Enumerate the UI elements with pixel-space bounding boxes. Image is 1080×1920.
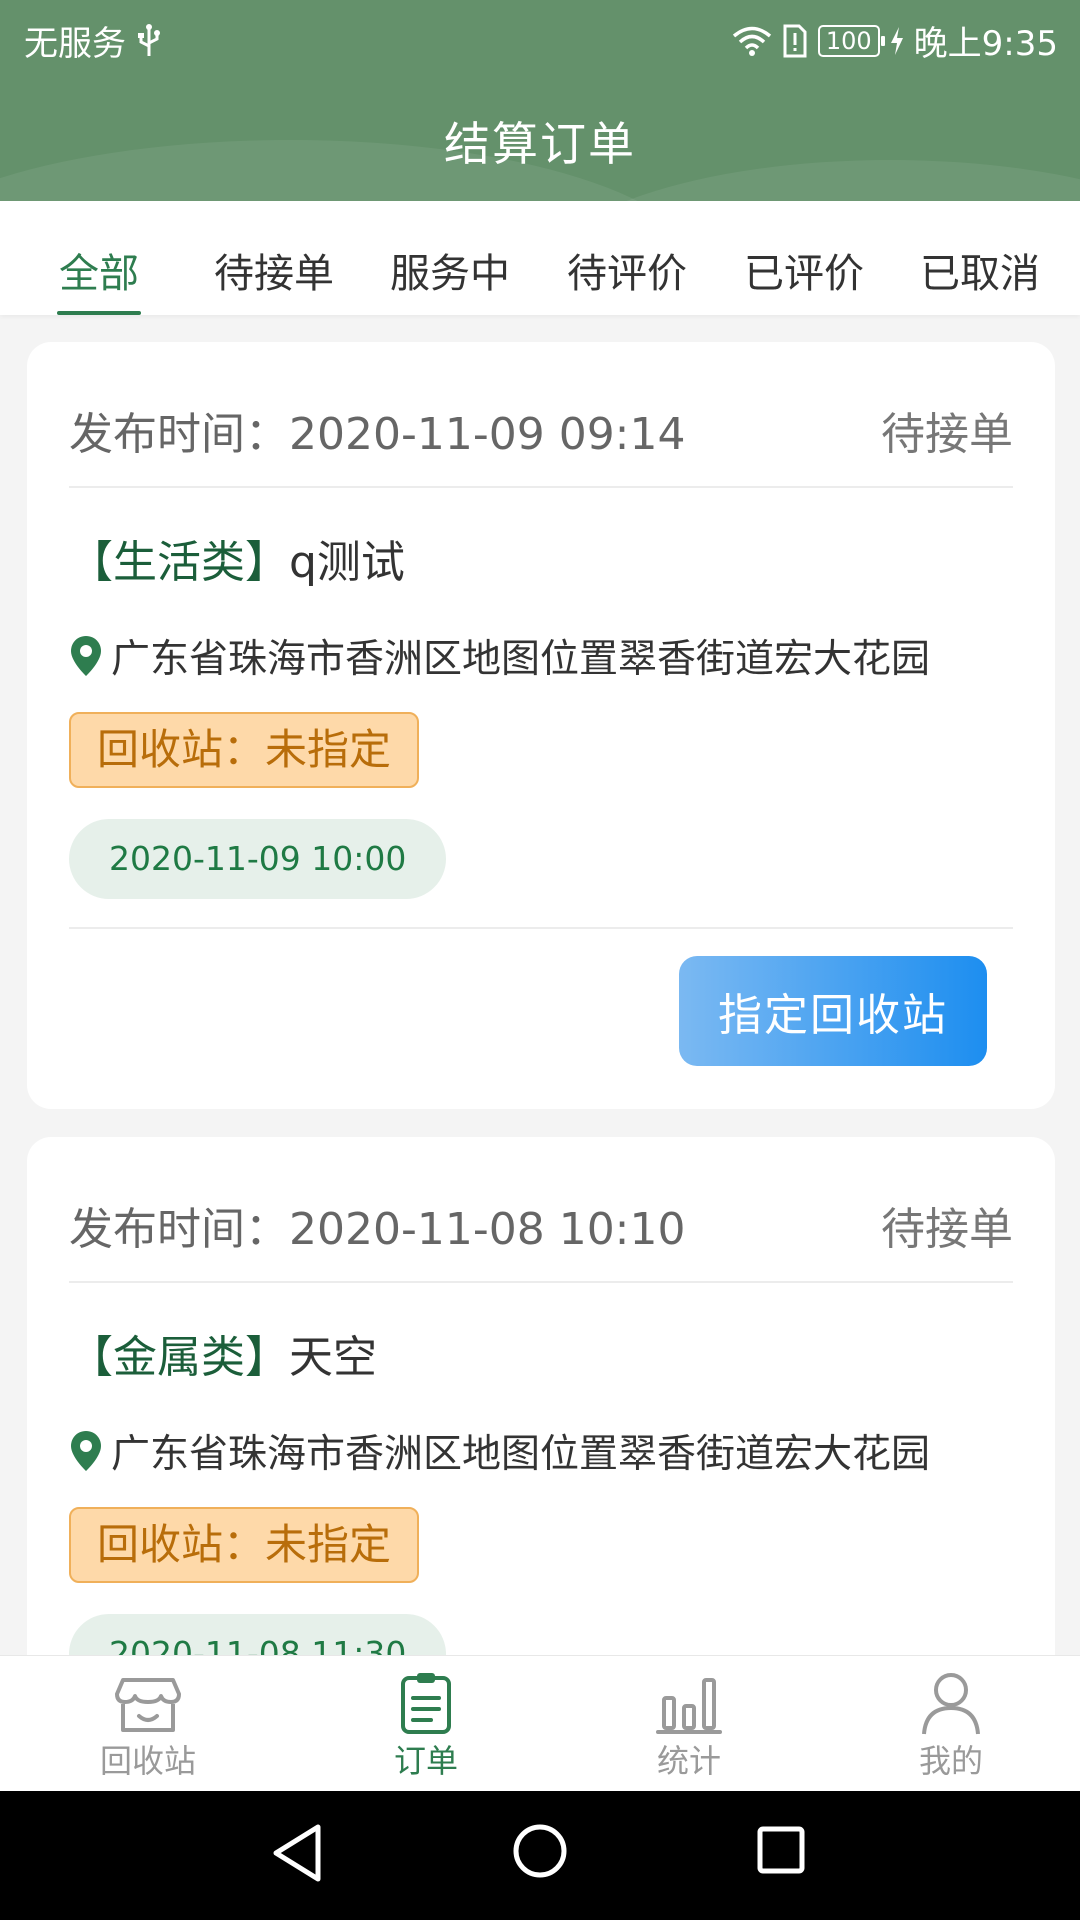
status-left: 无服务 [24, 16, 162, 65]
publish-time-value: 2020-11-09 09:14 [289, 409, 686, 460]
bottom-nav: 回收站 订单 统计 我的 [0, 1655, 1080, 1792]
nav-item-orders[interactable]: 订单 [326, 1656, 526, 1792]
nav-item-stats[interactable]: 统计 [589, 1656, 789, 1792]
usb-icon [138, 23, 160, 56]
order-card[interactable]: 发布时间：2020-11-09 09:14 待接单 【生活类】q测试 广东省珠海… [27, 342, 1055, 1109]
publish-time-label: 发布时间： [69, 409, 289, 460]
order-title: 【生活类】q测试 [69, 526, 405, 590]
battery-indicator: 100 [817, 24, 885, 57]
order-status: 待接单 [881, 1204, 1013, 1255]
nav-label: 回收站 [99, 1742, 196, 1780]
tab-in-service[interactable]: 服务中 [390, 241, 510, 299]
clipboard-icon [401, 1673, 451, 1734]
order-card[interactable]: 发布时间：2020-11-08 10:10 待接单 【金属类】天空 广东省珠海市… [27, 1137, 1055, 1697]
divider [69, 927, 1013, 929]
tab-pending-review[interactable]: 待评价 [567, 241, 687, 299]
assign-station-button[interactable]: 指定回收站 [679, 956, 987, 1066]
location-pin-icon [71, 636, 101, 676]
address-text: 广东省珠海市香洲区地图位置翠香街道宏大花园 [111, 637, 931, 682]
nav-label: 我的 [918, 1742, 983, 1780]
page-title: 结算订单 [444, 117, 636, 171]
station-badge: 回收站：未指定 [69, 1507, 420, 1583]
nav-label: 订单 [393, 1742, 458, 1780]
status-right: 100 晚上9:35 [732, 16, 1058, 65]
order-tabs: 全部 待接单 服务中 待评价 已评价 已取消 [0, 201, 1080, 315]
back-icon[interactable] [270, 1823, 324, 1883]
category-tag: 【生活类】 [69, 537, 289, 588]
charging-icon [890, 26, 903, 55]
nav-label: 统计 [656, 1742, 721, 1780]
bar-chart-icon [656, 1678, 722, 1734]
tab-pending-accept[interactable]: 待接单 [214, 241, 334, 299]
active-tab-indicator [57, 311, 141, 315]
system-nav-bar [0, 1791, 1080, 1920]
app-header: 无服务 100 晚上9:35 结算订单 [0, 0, 1080, 201]
clock-text: 晚上9:35 [913, 24, 1058, 64]
user-icon [922, 1673, 980, 1735]
order-address: 广东省珠海市香洲区地图位置翠香街道宏大花园 [69, 628, 930, 684]
station-badge: 回收站：未指定 [69, 712, 420, 788]
tab-all[interactable]: 全部 [59, 241, 139, 299]
publish-time-value: 2020-11-08 10:10 [289, 1204, 686, 1255]
nav-item-station[interactable]: 回收站 [48, 1656, 248, 1792]
address-text: 广东省珠海市香洲区地图位置翠香街道宏大花园 [111, 1432, 931, 1477]
home-icon[interactable] [512, 1823, 568, 1879]
order-name: 天空 [289, 1332, 377, 1383]
tab-reviewed[interactable]: 已评价 [744, 241, 864, 299]
service-time-pill: 2020-11-09 10:00 [69, 819, 447, 899]
divider [69, 1281, 1013, 1283]
publish-time: 发布时间：2020-11-08 10:10 [69, 1193, 686, 1257]
divider [69, 486, 1013, 488]
order-title: 【金属类】天空 [69, 1321, 377, 1385]
publish-time-label: 发布时间： [69, 1204, 289, 1255]
category-tag: 【金属类】 [69, 1332, 289, 1383]
publish-time: 发布时间：2020-11-09 09:14 [69, 398, 686, 462]
recents-icon[interactable] [756, 1825, 806, 1875]
wifi-icon [732, 26, 771, 56]
store-icon [115, 1678, 181, 1732]
carrier-text: 无服务 [24, 24, 126, 64]
order-address: 广东省珠海市香洲区地图位置翠香街道宏大花园 [69, 1423, 930, 1479]
tab-cancelled[interactable]: 已取消 [920, 241, 1040, 299]
status-bar: 无服务 100 晚上9:35 [0, 0, 1080, 74]
nav-item-mine[interactable]: 我的 [851, 1656, 1051, 1792]
order-status: 待接单 [881, 409, 1013, 460]
order-name: q测试 [289, 537, 405, 588]
location-pin-icon [71, 1431, 101, 1471]
sim-alert-icon [783, 24, 807, 57]
